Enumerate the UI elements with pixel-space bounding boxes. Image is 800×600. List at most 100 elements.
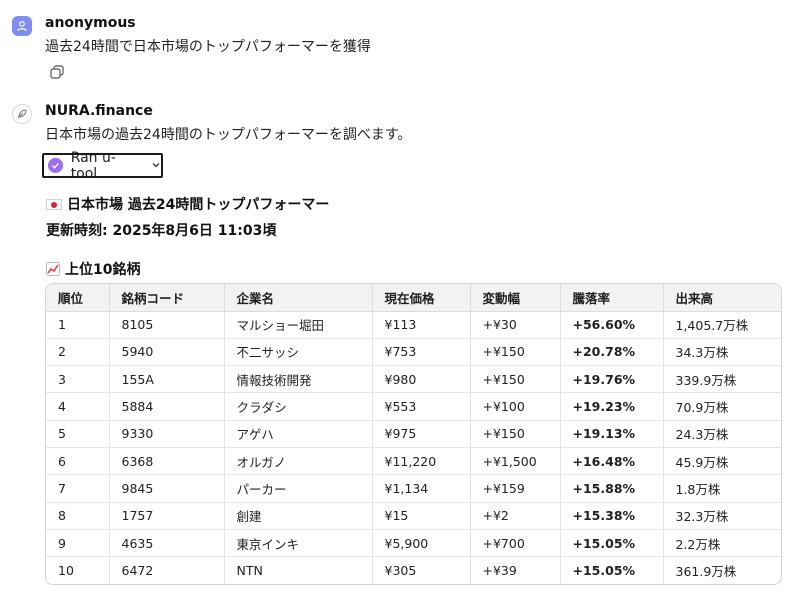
- cell-change-rate: +19.13%: [560, 420, 664, 448]
- table-row: 8 1757 創建 ¥15 +¥2 +15.38% 32.3万株: [46, 502, 781, 530]
- cell-volume: 2.2万株: [663, 529, 781, 558]
- header-code: 銘柄コード: [109, 284, 225, 312]
- cell-change: +¥150: [470, 365, 561, 394]
- copy-icon: [50, 65, 64, 79]
- cell-price: ¥5,900: [372, 529, 471, 558]
- cell-rank: 2: [46, 338, 110, 367]
- user-author: anonymous: [45, 15, 136, 31]
- cell-change-rate: +19.76%: [560, 365, 664, 394]
- cell-company: クラダシ: [224, 392, 373, 421]
- cell-price: ¥15: [372, 502, 471, 530]
- cell-rank: 4: [46, 392, 110, 421]
- cell-code: 9845: [109, 474, 225, 503]
- feather-icon: [17, 109, 27, 119]
- cell-rank: 9: [46, 529, 110, 558]
- table-header-row: 順位 銘柄コード 企業名 現在価格 変動幅 騰落率 出来高: [46, 284, 781, 312]
- cell-price: ¥11,220: [372, 447, 471, 476]
- table-title: 上位10銘柄: [46, 259, 140, 279]
- cell-rank: 3: [46, 365, 110, 394]
- cell-change-rate: +15.05%: [560, 529, 664, 558]
- cell-price: ¥975: [372, 420, 471, 448]
- cell-change: +¥150: [470, 420, 561, 448]
- cell-code: 155A: [109, 365, 225, 394]
- cell-code: 8105: [109, 311, 225, 339]
- tool-run-label: Ran u-tool: [70, 149, 116, 182]
- table-row: 2 5940 不二サッシ ¥753 +¥150 +20.78% 34.3万株: [46, 338, 781, 367]
- cell-code: 6368: [109, 447, 225, 476]
- cell-company: マルショー堀田: [224, 311, 373, 339]
- assistant-author: NURA.finance: [45, 103, 153, 119]
- check-circle-icon: [48, 158, 63, 173]
- cell-change: +¥159: [470, 474, 561, 503]
- cell-price: ¥305: [372, 556, 471, 584]
- cell-company: アゲハ: [224, 420, 373, 448]
- cell-rank: 8: [46, 502, 110, 530]
- table-row: 10 6472 NTN ¥305 +¥39 +15.05% 361.9万株: [46, 556, 781, 584]
- cell-price: ¥113: [372, 311, 471, 339]
- cell-price: ¥1,134: [372, 474, 471, 503]
- cell-code: 1757: [109, 502, 225, 530]
- cell-change-rate: +15.38%: [560, 502, 664, 530]
- cell-change: +¥100: [470, 392, 561, 421]
- cell-company: オルガノ: [224, 447, 373, 476]
- report-heading: 日本市場 過去24時間トップパフォーマー: [46, 194, 329, 214]
- table-row: 7 9845 パーカー ¥1,134 +¥159 +15.88% 1.8万株: [46, 474, 781, 503]
- copy-button[interactable]: [50, 64, 64, 79]
- cell-change: +¥2: [470, 502, 561, 530]
- cell-price: ¥553: [372, 392, 471, 421]
- header-change: 変動幅: [470, 284, 561, 312]
- cell-change: +¥1,500: [470, 447, 561, 476]
- cell-volume: 70.9万株: [663, 392, 781, 421]
- chart-increasing-icon: [46, 262, 60, 276]
- japan-flag-icon: [46, 198, 62, 210]
- cell-code: 5884: [109, 392, 225, 421]
- cell-company: NTN: [224, 556, 373, 584]
- table-row: 1 8105 マルショー堀田 ¥113 +¥30 +56.60% 1,405.7万株: [46, 311, 781, 339]
- cell-code: 4635: [109, 529, 225, 558]
- cell-company: 不二サッシ: [224, 338, 373, 367]
- table-row: 5 9330 アゲハ ¥975 +¥150 +19.13% 24.3万株: [46, 420, 781, 448]
- cell-change: +¥150: [470, 338, 561, 367]
- table-title-text: 上位10銘柄: [65, 262, 141, 278]
- assistant-message-text: 日本市場の過去24時間のトップパフォーマーを調べます。: [45, 127, 412, 143]
- header-rank: 順位: [46, 284, 110, 312]
- cell-volume: 339.9万株: [663, 365, 781, 394]
- updated-time-text: 更新時刻: 2025年8月6日 11:03頃: [46, 223, 277, 239]
- tool-run-toggle[interactable]: Ran u-tool: [42, 150, 163, 182]
- user-avatar: [12, 16, 32, 36]
- header-price: 現在価格: [372, 284, 471, 312]
- cell-price: ¥753: [372, 338, 471, 367]
- table-row: 4 5884 クラダシ ¥553 +¥100 +19.23% 70.9万株: [46, 392, 781, 421]
- cell-volume: 1.8万株: [663, 474, 781, 503]
- cell-code: 9330: [109, 420, 225, 448]
- cell-change: +¥39: [470, 556, 561, 584]
- table-row: 9 4635 東京インキ ¥5,900 +¥700 +15.05% 2.2万株: [46, 529, 781, 558]
- cell-volume: 1,405.7万株: [663, 311, 781, 339]
- cell-company: 東京インキ: [224, 529, 373, 558]
- user-message-text: 過去24時間で日本市場のトップパフォーマーを獲得: [45, 39, 371, 55]
- cell-change-rate: +56.60%: [560, 311, 664, 339]
- header-company: 企業名: [224, 284, 373, 312]
- assistant-avatar: [12, 104, 32, 124]
- cell-company: 情報技術開発: [224, 365, 373, 394]
- cell-change-rate: +16.48%: [560, 447, 664, 476]
- cell-rank: 6: [46, 447, 110, 476]
- cell-company: 創建: [224, 502, 373, 530]
- top-performers-table: 順位 銘柄コード 企業名 現在価格 変動幅 騰落率 出来高 1 8105 マルショー…: [45, 283, 782, 585]
- cell-rank: 1: [46, 311, 110, 339]
- cell-change-rate: +15.88%: [560, 474, 664, 503]
- cell-volume: 24.3万株: [663, 420, 781, 448]
- header-change-rate: 騰落率: [560, 284, 664, 312]
- cell-rank: 7: [46, 474, 110, 503]
- user-icon: [17, 21, 27, 32]
- updated-time: 更新時刻: 2025年8月6日 11:03頃: [46, 220, 276, 240]
- cell-company: パーカー: [224, 474, 373, 503]
- user-message: anonymous 過去24時間で日本市場のトップパフォーマーを獲得: [12, 14, 790, 84]
- cell-code: 5940: [109, 338, 225, 367]
- cell-change-rate: +20.78%: [560, 338, 664, 367]
- table-row: 6 6368 オルガノ ¥11,220 +¥1,500 +16.48% 45.9万株: [46, 447, 781, 476]
- cell-rank: 10: [46, 556, 110, 584]
- cell-code: 6472: [109, 556, 225, 584]
- cell-change: +¥30: [470, 311, 561, 339]
- cell-price: ¥980: [372, 365, 471, 394]
